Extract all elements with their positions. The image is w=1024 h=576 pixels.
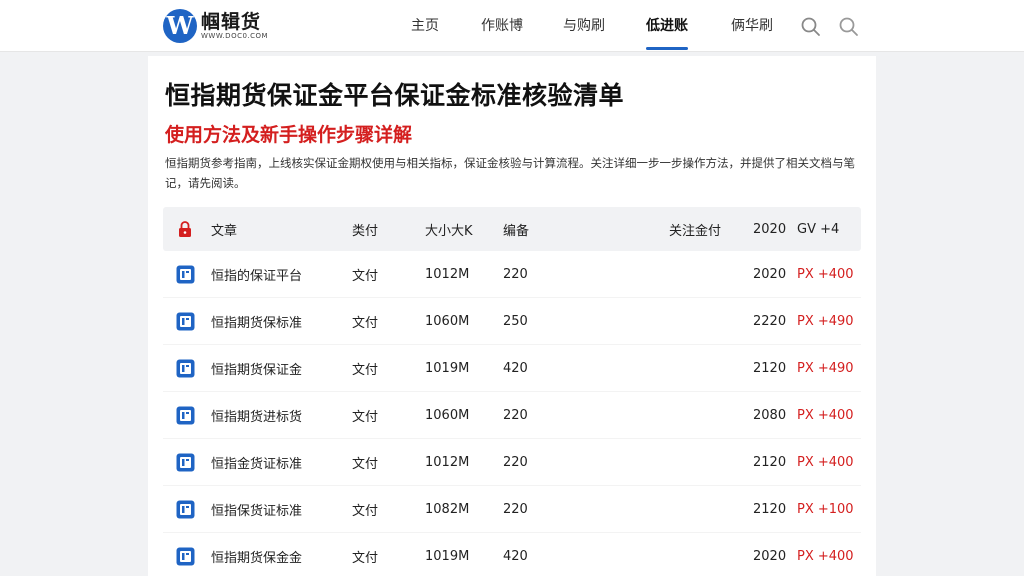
table-row[interactable]: 恒指期货保标准 文付 1060M 250 2220 PX +490: [163, 298, 861, 345]
table-row[interactable]: 恒指金货证标准 文付 1012M 220 2120 PX +400: [163, 439, 861, 486]
row-size: 1012M: [425, 267, 470, 282]
row-year: 2120: [753, 361, 787, 376]
row-change: PX +400: [797, 408, 854, 423]
column-header: 文章: [211, 223, 238, 239]
page-title: 恒指期货保证金平台保证金标准核验清单: [165, 81, 625, 110]
article-card: 恒指期货保证金平台保证金标准核验清单 使用方法及新手操作步骤详解 恒指期货参考指…: [148, 56, 876, 576]
row-size: 1019M: [425, 361, 470, 376]
row-count: 220: [503, 502, 528, 517]
table-header: 文章 类付 大小大K 编备 关注金付 2020 GV +4: [163, 207, 861, 251]
row-title: 恒指期货进标货: [211, 410, 303, 425]
column-header: 大小大K: [425, 223, 473, 239]
row-change: PX +490: [797, 361, 854, 376]
search-icon[interactable]: [838, 16, 860, 38]
row-title: 恒指金货证标准: [211, 457, 303, 472]
table-row[interactable]: 恒指期货保金金 文付 1019M 420 2020 PX +400: [163, 533, 861, 576]
row-title: 恒指期货保金金: [211, 551, 303, 566]
row-type: 文付: [352, 410, 379, 425]
top-navigation-bar: W 帼辑货 WWW.DOC0.COM 主页 作账博 与购刷 低进账 俩华刷: [0, 0, 1024, 52]
nav-item-home[interactable]: 主页: [411, 0, 439, 52]
row-change: PX +100: [797, 502, 854, 517]
row-year: 2120: [753, 502, 787, 517]
row-year: 2020: [753, 267, 787, 282]
row-size: 1019M: [425, 549, 470, 564]
row-count: 420: [503, 549, 528, 564]
nav-item-4-active[interactable]: 低进账: [646, 0, 688, 52]
row-change: PX +400: [797, 455, 854, 470]
document-icon: [176, 345, 195, 392]
row-size: 1082M: [425, 502, 470, 517]
row-year: 2080: [753, 408, 787, 423]
row-type: 文付: [352, 316, 379, 331]
row-year: 2020: [753, 549, 787, 564]
table-row[interactable]: 恒指的保证平台 文付 1012M 220 2020 PX +400: [163, 251, 861, 298]
column-header: 类付: [352, 223, 379, 239]
table-row[interactable]: 恒指期货进标货 文付 1060M 220 2080 PX +400: [163, 392, 861, 439]
document-icon: [176, 298, 195, 345]
row-year: 2220: [753, 314, 787, 329]
document-icon: [176, 486, 195, 533]
row-size: 1060M: [425, 314, 470, 329]
search-icon[interactable]: [800, 16, 822, 38]
logo-subtitle: WWW.DOC0.COM: [201, 31, 269, 40]
row-count: 220: [503, 455, 528, 470]
row-type: 文付: [352, 363, 379, 378]
column-header: 2020: [753, 221, 787, 237]
row-year: 2120: [753, 455, 787, 470]
logo-name: 帼辑货: [201, 10, 262, 33]
row-count: 220: [503, 267, 528, 282]
row-type: 文付: [352, 457, 379, 472]
article-description: 恒指期货参考指南，上线核实保证金期权使用与相关指标，保证金核验与计算流程。关注详…: [165, 156, 855, 190]
row-size: 1012M: [425, 455, 470, 470]
page-subtitle: 使用方法及新手操作步骤详解: [165, 124, 413, 146]
row-count: 250: [503, 314, 528, 329]
column-header: 编备: [503, 223, 530, 239]
row-type: 文付: [352, 551, 379, 566]
table-row[interactable]: 恒指期货保证金 文付 1019M 420 2120 PX +490: [163, 345, 861, 392]
row-title: 恒指的保证平台: [211, 269, 303, 284]
row-title: 恒指保货证标准: [211, 504, 303, 519]
row-count: 420: [503, 361, 528, 376]
document-icon: [176, 533, 195, 576]
logo-w-icon: W: [163, 9, 197, 43]
row-type: 文付: [352, 504, 379, 519]
row-title: 恒指期货保标准: [211, 316, 303, 331]
table-row[interactable]: 恒指保货证标准 文付 1082M 220 2120 PX +100: [163, 486, 861, 533]
row-size: 1060M: [425, 408, 470, 423]
row-count: 220: [503, 408, 528, 423]
row-title: 恒指期货保证金: [211, 363, 303, 378]
row-change: PX +400: [797, 267, 854, 282]
nav-item-5[interactable]: 俩华刷: [731, 0, 773, 52]
lock-icon: [178, 207, 192, 251]
nav-item-3[interactable]: 与购刷: [563, 0, 605, 52]
site-logo[interactable]: W 帼辑货 WWW.DOC0.COM: [163, 9, 268, 43]
document-icon: [176, 439, 195, 486]
column-header: GV +4: [797, 221, 840, 237]
nav-item-2[interactable]: 作账博: [481, 0, 523, 52]
document-icon: [176, 251, 195, 298]
row-change: PX +400: [797, 549, 854, 564]
row-change: PX +490: [797, 314, 854, 329]
row-type: 文付: [352, 269, 379, 284]
column-header: 关注金付: [669, 223, 722, 239]
document-icon: [176, 392, 195, 439]
